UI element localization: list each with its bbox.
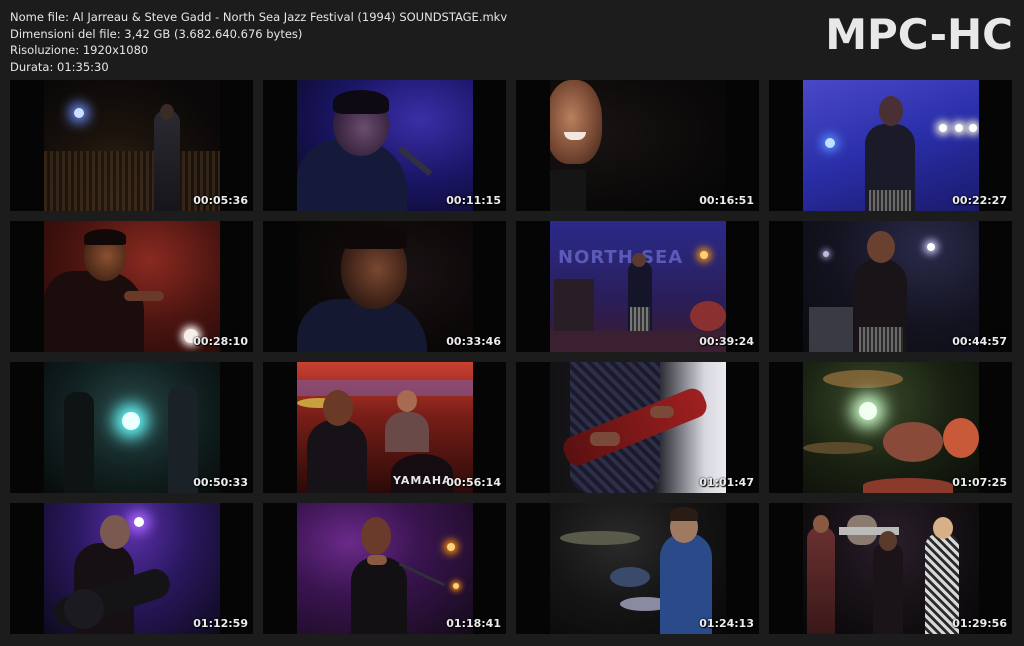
file-size: Dimensioni del file: 3,42 GB (3.682.640.… xyxy=(10,26,303,41)
thumbnail: YAMAHA 00:56:14 xyxy=(263,362,506,493)
video-frame xyxy=(44,221,220,352)
video-frame xyxy=(803,362,979,493)
thumbnail: 01:24:13 xyxy=(516,503,759,634)
file-info: Nome file: Al Jarreau & Steve Gadd - Nor… xyxy=(10,9,507,75)
video-frame xyxy=(297,221,473,352)
video-frame xyxy=(44,503,220,634)
timestamp: 00:28:10 xyxy=(193,335,248,348)
timestamp: 01:07:25 xyxy=(952,476,1007,489)
video-frame xyxy=(550,362,726,493)
video-frame xyxy=(803,221,979,352)
drum-brand-text: YAMAHA xyxy=(393,474,452,487)
video-frame xyxy=(44,80,220,211)
timestamp: 01:01:47 xyxy=(699,476,754,489)
thumbnail: 01:18:41 xyxy=(263,503,506,634)
thumbnail: 01:01:47 xyxy=(516,362,759,493)
video-frame: NORTH SEA xyxy=(550,221,726,352)
thumbnail-grid: 00:05:36 00:11:15 00:16:51 00:22:27 00:2… xyxy=(10,80,1012,634)
thumbnail: 00:11:15 xyxy=(263,80,506,211)
thumbnail: 00:33:46 xyxy=(263,221,506,352)
timestamp: 00:44:57 xyxy=(952,335,1007,348)
timestamp: 00:11:15 xyxy=(446,194,501,207)
timestamp: 00:22:27 xyxy=(952,194,1007,207)
thumbnail: 00:22:27 xyxy=(769,80,1012,211)
timestamp: 00:05:36 xyxy=(193,194,248,207)
thumbnail: 01:07:25 xyxy=(769,362,1012,493)
timestamp: 00:50:33 xyxy=(193,476,248,489)
timestamp: 00:33:46 xyxy=(446,335,501,348)
thumbnail: 00:44:57 xyxy=(769,221,1012,352)
video-frame: YAMAHA xyxy=(297,362,473,493)
video-frame xyxy=(297,80,473,211)
thumbnail: 01:12:59 xyxy=(10,503,253,634)
timestamp: 01:24:13 xyxy=(699,617,754,630)
timestamp: 01:29:56 xyxy=(952,617,1007,630)
thumbnail: 00:16:51 xyxy=(516,80,759,211)
thumbnail: 00:05:36 xyxy=(10,80,253,211)
timestamp: 00:39:24 xyxy=(699,335,754,348)
thumbnail: NORTH SEA 00:39:24 xyxy=(516,221,759,352)
timestamp: 01:18:41 xyxy=(446,617,501,630)
video-frame xyxy=(550,503,726,634)
video-frame xyxy=(550,80,726,211)
thumbnail: 00:50:33 xyxy=(10,362,253,493)
video-frame xyxy=(44,362,220,493)
video-frame xyxy=(803,503,979,634)
video-frame xyxy=(297,503,473,634)
thumbnail: 00:28:10 xyxy=(10,221,253,352)
duration: Durata: 01:35:30 xyxy=(10,59,109,74)
timestamp: 00:56:14 xyxy=(446,476,501,489)
thumbnail: 01:29:56 xyxy=(769,503,1012,634)
mpc-hc-logo: MPC-HC xyxy=(825,10,1013,59)
file-name: Nome file: Al Jarreau & Steve Gadd - Nor… xyxy=(10,10,508,24)
video-frame xyxy=(803,80,979,211)
resolution: Risoluzione: 1920x1080 xyxy=(10,43,149,57)
stage-banner-text: NORTH SEA xyxy=(558,247,684,268)
timestamp: 01:12:59 xyxy=(193,617,248,630)
timestamp: 00:16:51 xyxy=(699,194,754,207)
